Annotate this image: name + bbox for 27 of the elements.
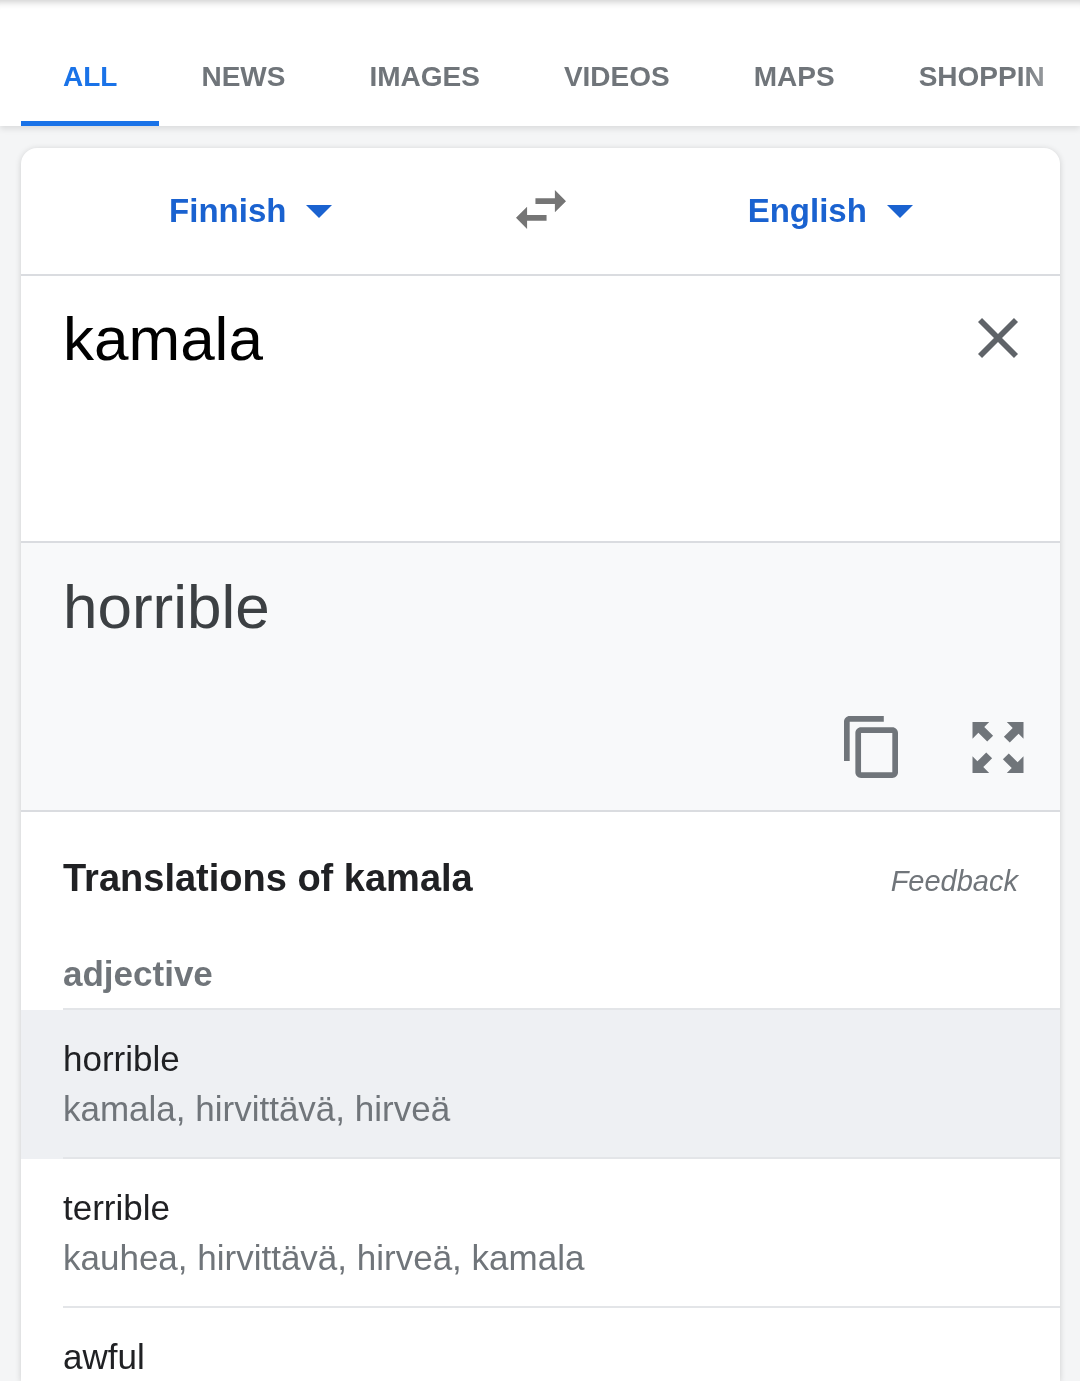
- target-language-selector[interactable]: English: [747, 192, 913, 230]
- tab[interactable]: ALL: [21, 10, 160, 126]
- back-translations: kauhea, hirvittävä, hirveä, kamala: [63, 1237, 585, 1279]
- caret-down-icon: [306, 204, 333, 218]
- translation-row[interactable]: horrible kamala, hirvittävä, hirveä: [21, 1010, 1060, 1159]
- translation-row[interactable]: awful: [21, 1308, 1060, 1379]
- tab[interactable]: IMAGES: [327, 10, 522, 126]
- close-icon[interactable]: [978, 318, 1018, 358]
- translation-word: terrible: [63, 1187, 170, 1229]
- source-language-selector[interactable]: Finnish: [169, 192, 333, 230]
- copy-icon[interactable]: [844, 716, 898, 778]
- section-heading: Translations of kamala: [63, 856, 473, 901]
- translation-word: awful: [63, 1336, 145, 1378]
- expand-icon[interactable]: [972, 721, 1024, 773]
- source-text-field[interactable]: kamala: [63, 302, 958, 521]
- feedback-link[interactable]: Feedback: [890, 865, 1018, 898]
- translation-row[interactable]: terrible kauhea, hirvittävä, hirveä, kamala: [21, 1159, 1060, 1308]
- translation-output: horrible: [63, 571, 270, 643]
- translation-word: horrible: [63, 1038, 180, 1080]
- part-of-speech-label: adjective: [63, 953, 213, 995]
- swap-arrows-icon[interactable]: [515, 189, 566, 229]
- tab[interactable]: SHOPPIN: [876, 10, 1045, 126]
- back-translations: kamala, hirvittävä, hirveä: [63, 1088, 451, 1130]
- tab[interactable]: VIDEOS: [521, 10, 712, 126]
- tab[interactable]: NEWS: [159, 10, 328, 126]
- tab[interactable]: MAPS: [711, 10, 877, 126]
- caret-down-icon: [886, 204, 913, 218]
